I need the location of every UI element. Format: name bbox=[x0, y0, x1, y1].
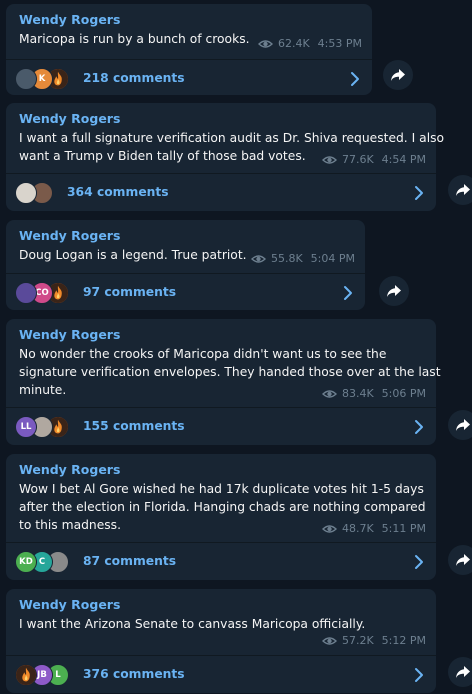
share-button[interactable] bbox=[383, 60, 413, 90]
share-icon bbox=[455, 182, 471, 198]
share-icon bbox=[455, 417, 471, 433]
message-time: 5:06 PM bbox=[381, 387, 426, 400]
avatar-initials: L bbox=[55, 670, 61, 680]
message-text-line: Maricopa is run by a bunch of crooks. bbox=[19, 32, 250, 46]
view-count: 55.8K bbox=[270, 252, 303, 265]
comments-button[interactable]: JB L 376 comments bbox=[6, 656, 436, 694]
share-button[interactable] bbox=[448, 175, 472, 205]
eye-icon bbox=[321, 636, 337, 646]
comments-count: 97 comments bbox=[83, 285, 177, 299]
comments-button[interactable]: LL 155 comments bbox=[6, 408, 436, 446]
message-text: I want the Arizona Senate to canvass Mar… bbox=[19, 615, 365, 633]
chevron-right-icon bbox=[414, 419, 424, 435]
message-bubble[interactable]: Wendy Rogers Maricopa is run by a bunch o… bbox=[6, 4, 372, 95]
comments-button[interactable]: K 218 comments bbox=[6, 60, 372, 98]
avatar-initials: KD bbox=[19, 557, 33, 567]
photo-avatar bbox=[15, 68, 37, 90]
message-time: 5:12 PM bbox=[381, 634, 426, 647]
chevron-right-icon bbox=[343, 285, 353, 301]
message-text: Doug Logan is a legend. True patriot. bbox=[19, 246, 247, 264]
fire-avatar bbox=[15, 664, 37, 686]
photo-avatar bbox=[15, 182, 37, 204]
share-icon bbox=[455, 552, 471, 568]
message-text-line: Doug Logan is a legend. True patriot. bbox=[19, 248, 247, 262]
share-icon bbox=[386, 283, 402, 299]
comments-button[interactable]: KD C 87 comments bbox=[6, 543, 436, 581]
photo-avatar bbox=[15, 282, 37, 304]
message-time: 5:11 PM bbox=[381, 522, 426, 535]
view-count: 83.4K bbox=[341, 387, 374, 400]
message-meta: 55.8K 5:04 PM bbox=[250, 252, 355, 265]
avatar-initials: CO bbox=[35, 288, 49, 298]
message-text-line: No wonder the crooks of Maricopa didn't … bbox=[19, 347, 387, 361]
message-text: Maricopa is run by a bunch of crooks. bbox=[19, 30, 250, 48]
message-bubble[interactable]: Wendy Rogers I want the Arizona Senate to… bbox=[6, 589, 436, 693]
share-icon bbox=[455, 664, 471, 680]
avatar-initials: C bbox=[38, 557, 46, 567]
chevron-right-icon bbox=[350, 71, 360, 87]
avatar-initials: LL bbox=[20, 422, 32, 432]
view-count: 77.6K bbox=[341, 153, 374, 166]
message-meta: 62.4K 4:53 PM bbox=[257, 37, 362, 50]
sender-name[interactable]: Wendy Rogers bbox=[19, 12, 120, 27]
comments-count: 87 comments bbox=[83, 554, 177, 568]
message-time: 4:54 PM bbox=[381, 153, 426, 166]
sender-name[interactable]: Wendy Rogers bbox=[19, 327, 120, 342]
message-bubble[interactable]: Wendy Rogers Doug Logan is a legend. True… bbox=[6, 220, 365, 310]
commenter-avatars: JB L bbox=[15, 664, 69, 686]
comments-button[interactable]: CO 97 comments bbox=[6, 274, 365, 312]
commenter-avatars: KD C bbox=[15, 551, 69, 573]
initial-avatar: LL bbox=[15, 416, 37, 438]
view-count: 57.2K bbox=[341, 634, 374, 647]
eye-icon bbox=[321, 155, 337, 165]
message-meta: 83.4K 5:06 PM bbox=[321, 387, 426, 400]
comments-count: 155 comments bbox=[83, 419, 185, 433]
sender-name[interactable]: Wendy Rogers bbox=[19, 111, 120, 126]
share-button[interactable] bbox=[379, 276, 409, 306]
avatar-initials: JB bbox=[37, 670, 47, 680]
chevron-right-icon bbox=[414, 667, 424, 683]
sender-name[interactable]: Wendy Rogers bbox=[19, 228, 120, 243]
message-text-line: I want a full signature verification aud… bbox=[19, 131, 445, 145]
comments-count: 218 comments bbox=[83, 71, 185, 85]
message-meta: 77.6K 4:54 PM bbox=[321, 153, 426, 166]
commenter-avatars: LL bbox=[15, 416, 69, 438]
message-bubble[interactable]: Wendy Rogers Wow I bet Al Gore wished he … bbox=[6, 454, 436, 580]
chevron-right-icon bbox=[414, 554, 424, 570]
message-time: 5:04 PM bbox=[310, 252, 355, 265]
chevron-right-icon bbox=[414, 185, 424, 201]
message-text-line: I want the Arizona Senate to canvass Mar… bbox=[19, 617, 366, 631]
eye-icon bbox=[257, 39, 273, 49]
message-bubble[interactable]: Wendy Rogers No wonder the crooks of Mari… bbox=[6, 319, 441, 446]
message-meta: 48.7K 5:11 PM bbox=[321, 522, 426, 535]
sender-name[interactable]: Wendy Rogers bbox=[19, 597, 120, 612]
share-button[interactable] bbox=[448, 410, 472, 440]
message-meta: 57.2K 5:12 PM bbox=[321, 634, 426, 647]
initial-avatar: KD bbox=[15, 551, 37, 573]
message-text-line: Wow I bet Al Gore wished he had 17k dupl… bbox=[19, 482, 424, 496]
view-count: 48.7K bbox=[341, 522, 374, 535]
share-button[interactable] bbox=[448, 657, 472, 687]
message-text-line: signature verification envelopes. They h… bbox=[19, 365, 441, 379]
eye-icon bbox=[321, 524, 337, 534]
commenter-avatars: K bbox=[15, 68, 69, 90]
comments-count: 376 comments bbox=[83, 667, 185, 681]
commenter-avatars: CO bbox=[15, 282, 69, 304]
comments-button[interactable]: 364 comments bbox=[6, 174, 436, 212]
avatar-initials: K bbox=[38, 74, 46, 84]
eye-icon bbox=[250, 254, 266, 264]
view-count: 62.4K bbox=[277, 37, 310, 50]
comments-count: 364 comments bbox=[67, 185, 169, 199]
share-icon bbox=[390, 67, 406, 83]
share-button[interactable] bbox=[448, 545, 472, 575]
message-bubble[interactable]: Wendy Rogers I want a full signature veri… bbox=[6, 103, 444, 212]
commenter-avatars bbox=[15, 182, 53, 204]
message-time: 4:53 PM bbox=[317, 37, 362, 50]
message-text-line: after the election in Florida. Hanging c… bbox=[19, 500, 426, 514]
sender-name[interactable]: Wendy Rogers bbox=[19, 462, 120, 477]
eye-icon bbox=[321, 389, 337, 399]
